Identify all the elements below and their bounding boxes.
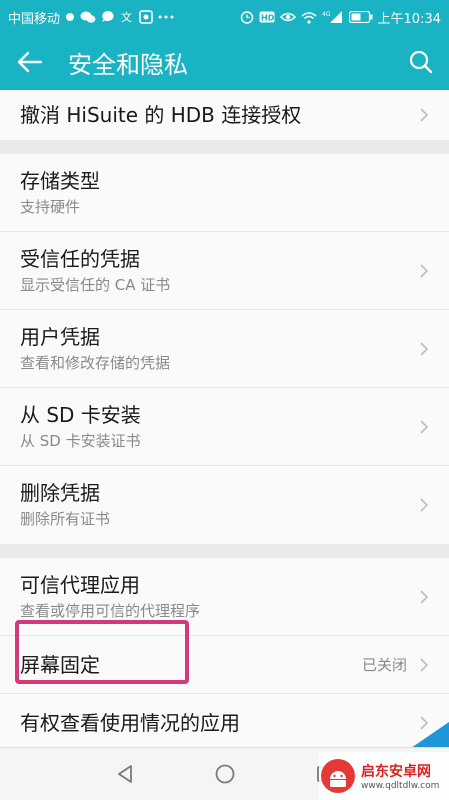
screen-pinning-item[interactable]: 屏幕固定 已关闭	[0, 636, 449, 694]
storage-type-title: 存储类型	[20, 168, 100, 193]
app-icon	[139, 10, 153, 24]
svg-text:文: 文	[121, 10, 132, 24]
text-icon: 文	[120, 10, 134, 24]
watermark-title: 启东安卓网	[361, 764, 431, 780]
trust-agents-item[interactable]: 可信代理应用 查看或停用可信的代理程序	[0, 558, 449, 636]
user-credentials-item[interactable]: 用户凭据 查看和修改存储的凭据	[0, 310, 449, 388]
trusted-credentials-subtitle: 显示受信任的 CA 证书	[20, 275, 171, 294]
install-from-sd-subtitle: 从 SD 卡安装证书	[20, 431, 141, 450]
chevron-right-icon	[415, 339, 429, 359]
revoke-hdb-label: 撤消 HiSuite 的 HDB 连接授权	[20, 103, 302, 127]
nav-back-button[interactable]	[75, 748, 175, 800]
settings-list: 撤消 HiSuite 的 HDB 连接授权 存储类型 支持硬件 受信任的凭据 显…	[0, 90, 449, 747]
triangle-back-icon	[117, 765, 132, 783]
message-icon	[101, 10, 115, 24]
install-from-sd-item[interactable]: 从 SD 卡安装 从 SD 卡安装证书	[0, 388, 449, 466]
advanced-group: 可信代理应用 查看或停用可信的代理程序 屏幕固定 已关闭 有权查看使用情况的应用	[0, 558, 449, 747]
trust-agents-title: 可信代理应用	[20, 572, 140, 597]
credential-storage-group: 存储类型 支持硬件 受信任的凭据 显示受信任的 CA 证书 用户凭据 查看和修改…	[0, 154, 449, 544]
chevron-right-icon	[415, 495, 429, 515]
install-from-sd-title: 从 SD 卡安装	[20, 402, 141, 427]
usage-access-item[interactable]: 有权查看使用情况的应用	[0, 694, 449, 747]
section-divider	[0, 544, 449, 558]
wifi-icon	[301, 11, 317, 24]
page-title: 安全和隐私	[68, 50, 188, 79]
app-bar: 安全和隐私	[0, 34, 449, 90]
clock-time: 上午10:34	[377, 11, 441, 27]
chevron-right-icon	[415, 587, 429, 607]
carrier-label: 中国移动	[8, 11, 61, 27]
hdb-group: 撤消 HiSuite 的 HDB 连接授权	[0, 90, 449, 140]
user-credentials-title: 用户凭据	[20, 324, 100, 349]
search-button[interactable]	[393, 34, 449, 90]
wechat-icon	[80, 10, 96, 24]
eye-icon	[279, 11, 296, 23]
trust-agents-subtitle: 查看或停用可信的代理程序	[20, 601, 201, 620]
chevron-right-icon	[415, 417, 429, 437]
alarm-icon	[240, 10, 254, 24]
screen-pinning-title: 屏幕固定	[20, 652, 100, 677]
back-button[interactable]	[0, 34, 60, 90]
location-dot-icon	[65, 12, 75, 22]
chevron-right-icon	[415, 105, 429, 125]
back-arrow-icon	[17, 51, 43, 73]
android-logo-icon	[321, 759, 355, 793]
circle-home-icon	[215, 764, 234, 784]
user-credentials-subtitle: 查看和修改存储的凭据	[20, 353, 171, 372]
revoke-hdb-item[interactable]: 撤消 HiSuite 的 HDB 连接授权	[0, 90, 449, 140]
chevron-right-icon	[415, 655, 429, 675]
screen-pinning-status: 已关闭	[361, 656, 407, 674]
section-divider	[0, 140, 449, 154]
watermark-url: www.qdltdlw.com	[361, 781, 440, 791]
search-icon	[409, 50, 433, 74]
status-bar: 中国移动 文 HD 4G 上午10:34	[0, 0, 449, 34]
battery-icon	[348, 11, 373, 23]
hd-icon: HD	[259, 11, 275, 23]
storage-type-subtitle: 支持硬件	[20, 197, 81, 216]
watermark: 启东安卓网 www.qdltdlw.com	[319, 752, 449, 800]
clear-credentials-title: 删除凭据	[20, 481, 100, 505]
trusted-credentials-title: 受信任的凭据	[20, 246, 140, 271]
chevron-right-icon	[415, 261, 429, 281]
usage-access-title: 有权查看使用情况的应用	[20, 711, 240, 735]
clear-credentials-item[interactable]: 删除凭据 删除所有证书	[0, 466, 449, 544]
corner-decoration	[411, 722, 449, 748]
nav-home-button[interactable]	[175, 748, 275, 800]
svg-text:HD: HD	[261, 14, 275, 23]
more-dots-icon	[158, 14, 174, 20]
clear-credentials-subtitle: 删除所有证书	[20, 510, 111, 528]
trusted-credentials-item[interactable]: 受信任的凭据 显示受信任的 CA 证书	[0, 232, 449, 310]
signal-icon: 4G	[322, 10, 344, 24]
svg-text:4G: 4G	[322, 11, 331, 18]
storage-type-item[interactable]: 存储类型 支持硬件	[0, 154, 449, 232]
